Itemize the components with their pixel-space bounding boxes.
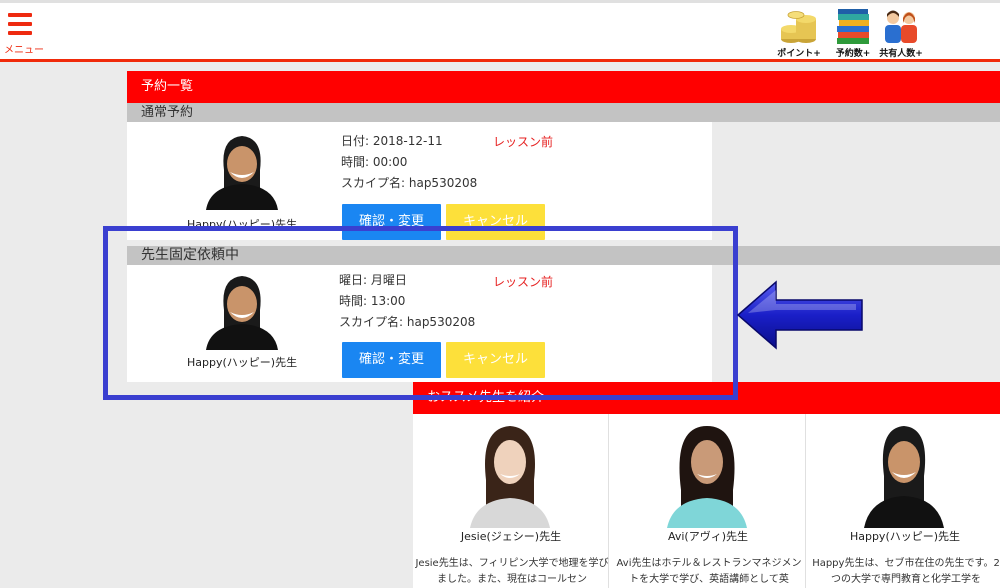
teacher-photo bbox=[470, 420, 550, 528]
reservation-details: 日付: 2018-12-11 時間: 00:00 スカイプ名: hap53020… bbox=[341, 131, 477, 194]
coins-icon bbox=[781, 11, 816, 43]
normal-reservation-card: Happy(ハッピー)先生 日付: 2018-12-11 時間: 00:00 ス… bbox=[127, 122, 712, 240]
reservations-count-button[interactable]: 予約数+ bbox=[826, 9, 880, 61]
recommended-teacher-card[interactable]: Jesie(ジェシー)先生 Jesie先生は、フィリピン大学で地理を学びました。… bbox=[413, 414, 609, 588]
skype-name: スカイプ名: hap530208 bbox=[341, 176, 478, 190]
recommended-teacher-desc: Jesie先生は、フィリピン大学で地理を学びました。また、現在はコールセン bbox=[415, 558, 609, 585]
points-label: ポイント+ bbox=[777, 49, 821, 59]
hamburger-icon bbox=[8, 13, 32, 39]
reservations-count-label: 予約数+ bbox=[835, 49, 871, 59]
recommended-teacher-desc: Avi先生はホテル＆レストランマネジメントを大学で学び、英語講師として英 bbox=[616, 558, 802, 585]
shared-count-button[interactable]: 共有人数+ bbox=[874, 9, 928, 61]
recommended-teacher-card[interactable]: Avi(アヴィ)先生 Avi先生はホテル＆レストランマネジメントを大学で学び、英… bbox=[610, 414, 806, 588]
teacher-photo bbox=[667, 420, 747, 528]
reservation-list-title: 予約一覧 bbox=[127, 71, 1000, 103]
arrow-left-icon bbox=[736, 280, 863, 350]
shared-count-label: 共有人数+ bbox=[879, 49, 923, 59]
normal-reservation-heading: 通常予約 bbox=[127, 103, 1000, 122]
points-button[interactable]: ポイント+ bbox=[772, 9, 826, 61]
reservation-date: 日付: 2018-12-11 bbox=[341, 134, 443, 148]
books-icon bbox=[837, 9, 869, 44]
recommended-teacher-name: Jesie(ジェシー)先生 bbox=[460, 530, 562, 543]
top-header: メニュー ポイント+ 予約数+ 共有人数+ bbox=[0, 0, 1000, 62]
highlight-box bbox=[103, 226, 738, 400]
reservation-time: 時間: 00:00 bbox=[341, 155, 408, 169]
lesson-status: レッスン前 bbox=[493, 135, 554, 149]
recommended-teacher-name: Avi(アヴィ)先生 bbox=[667, 530, 749, 543]
recommended-teacher-name: Happy(ハッピー)先生 bbox=[849, 530, 961, 543]
menu-button[interactable]: メニュー bbox=[4, 11, 48, 57]
menu-label: メニュー bbox=[4, 45, 44, 56]
people-icon bbox=[885, 10, 917, 43]
recommended-teacher-desc: Happy先生は、セブ市在住の先生です。2つの大学で専門教育と化学工学を bbox=[812, 558, 1000, 585]
reservation-list-panel: 予約一覧 bbox=[127, 71, 1000, 103]
teacher-photo bbox=[202, 130, 282, 210]
teacher-photo bbox=[864, 420, 944, 528]
recommended-teachers-grid: Jesie(ジェシー)先生 Jesie先生は、フィリピン大学で地理を学びました。… bbox=[413, 414, 1000, 588]
recommended-teacher-card[interactable]: Happy(ハッピー)先生 Happy先生は、セブ市在住の先生です。2つの大学で… bbox=[807, 414, 1000, 588]
